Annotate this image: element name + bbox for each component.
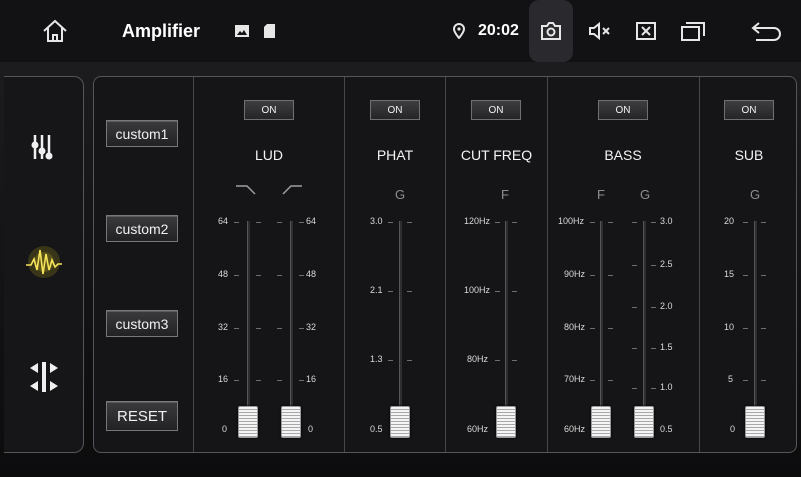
sub-tick: 10	[724, 322, 735, 332]
mute-icon[interactable]	[585, 0, 615, 62]
bass-freq-slider-handle[interactable]	[591, 406, 611, 438]
preset-custom1-button[interactable]: custom1	[106, 120, 178, 147]
cutfreq-toggle[interactable]: ON	[471, 100, 521, 120]
sub-slider-track[interactable]	[754, 221, 757, 434]
bass-freq-label: F	[597, 187, 605, 202]
lud-left-tick: 0	[222, 424, 228, 434]
phat-slider-handle[interactable]	[390, 406, 410, 438]
bass-gain-tick: 0.5	[660, 424, 673, 434]
phat-toggle[interactable]: ON	[370, 100, 420, 120]
cutfreq-tick: 120Hz	[464, 216, 491, 226]
lud-right-tick: 48	[306, 269, 317, 279]
sub-tick: 0	[730, 424, 736, 434]
divider	[547, 77, 548, 452]
bass-freq-tick: 80Hz	[564, 322, 586, 332]
recent-apps-icon[interactable]	[677, 0, 709, 62]
lud-right-slider-track[interactable]	[290, 221, 293, 434]
phat-tick: 0.5	[370, 424, 383, 434]
bass-freq-tick: 60Hz	[564, 424, 586, 434]
lud-right-tick: 16	[306, 374, 317, 384]
sub-title: SUB	[734, 147, 764, 163]
bass-gain-tick: 2.0	[660, 301, 673, 311]
app-title: Amplifier	[122, 20, 201, 41]
lud-left-slider-handle[interactable]	[238, 406, 258, 438]
cutfreq-slider-handle[interactable]	[496, 406, 516, 438]
sub-tick: 5	[728, 374, 734, 384]
close-app-icon[interactable]	[632, 0, 660, 62]
lud-left-slider-track[interactable]	[247, 221, 250, 434]
lud-right-slider-handle[interactable]	[281, 406, 301, 438]
cutfreq-tick: 60Hz	[467, 424, 489, 434]
bass-gain-label: G	[640, 187, 651, 202]
phat-tick: 2.1	[370, 285, 383, 295]
cutfreq-title: CUT FREQ	[460, 147, 533, 163]
sd-card-icon	[261, 0, 277, 62]
cutfreq-slider-track[interactable]	[505, 221, 508, 434]
clock: 20:02	[478, 22, 519, 39]
bass-gain-tick: 1.5	[660, 342, 673, 352]
divider	[699, 77, 700, 452]
lud-right-tick: 32	[306, 322, 317, 332]
phat-slider-track[interactable]	[399, 221, 402, 434]
phat-tick: 3.0	[370, 216, 383, 226]
bass-toggle[interactable]: ON	[598, 100, 648, 120]
mode-panel	[4, 76, 84, 453]
bass-gain-tick: 1.0	[660, 382, 673, 392]
sub-toggle[interactable]: ON	[724, 100, 774, 120]
image-icon	[232, 0, 252, 62]
location-icon	[450, 0, 468, 62]
preset-custom3-button[interactable]: custom3	[106, 310, 178, 337]
home-icon[interactable]	[30, 0, 80, 62]
bass-gain-slider-track[interactable]	[643, 221, 646, 434]
sub-gain-label: G	[750, 187, 761, 202]
lud-left-tick: 32	[218, 322, 229, 332]
status-bar: Amplifier 20:02	[0, 0, 801, 62]
lud-right-tick: 0	[308, 424, 314, 434]
bass-freq-tick: 100Hz	[558, 216, 585, 226]
sliders-icon[interactable]	[4, 117, 84, 177]
cutfreq-tick: 100Hz	[464, 285, 491, 295]
screenshot-icon[interactable]	[529, 0, 573, 62]
bass-freq-tick: 70Hz	[564, 374, 586, 384]
divider	[344, 77, 345, 452]
lud-left-tick: 16	[218, 374, 229, 384]
preset-custom2-button[interactable]: custom2	[106, 215, 178, 242]
reset-button[interactable]: RESET	[106, 401, 178, 431]
lud-left-tick: 48	[218, 269, 229, 279]
bass-freq-tick: 90Hz	[564, 269, 586, 279]
amplifier-panel: custom1 custom2 custom3 RESET ON LUD 64 …	[93, 76, 797, 453]
waveform-icon[interactable]	[4, 232, 84, 292]
loudness-curve-icons	[236, 185, 302, 195]
phat-tick: 1.3	[370, 354, 383, 364]
bass-title: BASS	[604, 147, 642, 163]
back-icon[interactable]	[745, 0, 787, 62]
lud-left-tick: 64	[218, 216, 229, 226]
lud-right-tick: 64	[306, 216, 317, 226]
cutfreq-tick: 80Hz	[467, 354, 489, 364]
bass-gain-tick: 2.5	[660, 259, 673, 269]
bass-gain-slider-handle[interactable]	[634, 406, 654, 438]
cutfreq-freq-label: F	[501, 187, 509, 202]
bass-gain-tick: 3.0	[660, 216, 673, 226]
sub-slider-handle[interactable]	[745, 406, 765, 438]
lud-title: LUD	[254, 147, 283, 163]
bass-freq-slider-track[interactable]	[600, 221, 603, 434]
phat-title: PHAT	[376, 147, 414, 163]
divider	[193, 77, 194, 452]
divider	[445, 77, 446, 452]
sub-tick: 15	[724, 269, 735, 279]
balance-arrows-icon[interactable]	[4, 347, 84, 407]
sub-tick: 20	[724, 216, 735, 226]
lud-toggle[interactable]: ON	[244, 100, 294, 120]
phat-gain-label: G	[395, 187, 406, 202]
